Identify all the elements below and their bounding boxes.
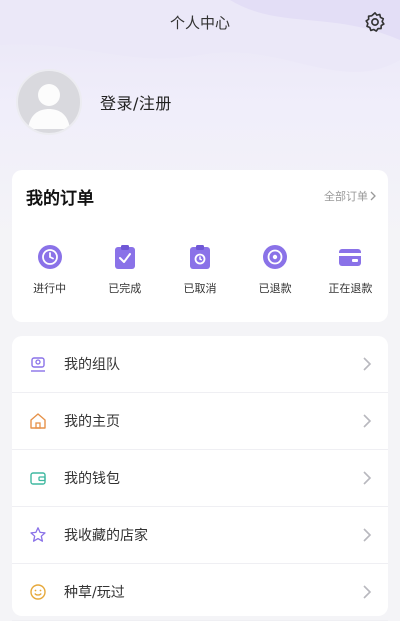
order-status-completed[interactable]: 已完成 xyxy=(90,242,160,302)
clipboard-check-icon xyxy=(110,242,140,272)
menu-item-my-homepage[interactable]: 我的主页 xyxy=(12,393,388,450)
login-register-link[interactable]: 登录/注册 xyxy=(100,90,172,114)
menu-item-label: 我的钱包 xyxy=(64,471,120,487)
menu-item-label: 我的组队 xyxy=(64,357,120,373)
order-status-refunded[interactable]: 已退款 xyxy=(240,242,310,302)
profile-section[interactable]: 登录/注册 xyxy=(16,69,386,135)
order-status-label: 进行中 xyxy=(33,282,67,295)
order-status-label: 已完成 xyxy=(108,282,142,295)
avatar[interactable] xyxy=(16,69,82,135)
chevron-right-icon xyxy=(363,357,372,371)
order-status-refunding[interactable]: 正在退款 xyxy=(315,242,385,302)
menu-item-favorite-stores[interactable]: 我收藏的店家 xyxy=(12,507,388,564)
menu-item-my-wallet[interactable]: 我的钱包 xyxy=(12,450,388,507)
order-status-label: 已退款 xyxy=(258,282,292,295)
home-icon xyxy=(28,411,48,431)
order-status-label: 已取消 xyxy=(183,282,217,295)
order-status-row: 进行中 已完成 已取消 已退款 正在退款 xyxy=(12,242,388,302)
orders-header: 我的订单 全部订单 xyxy=(12,170,388,220)
avatar-placeholder-icon xyxy=(28,84,70,129)
order-status-in-progress[interactable]: 进行中 xyxy=(15,242,85,302)
chevron-right-icon xyxy=(363,414,372,428)
menu-item-label: 种草/玩过 xyxy=(64,585,125,601)
team-icon xyxy=(28,354,48,374)
menu-item-my-team[interactable]: 我的组队 xyxy=(12,336,388,393)
gear-icon[interactable] xyxy=(362,9,388,35)
all-orders-label: 全部订单 xyxy=(324,190,368,203)
order-status-label: 正在退款 xyxy=(328,282,373,295)
chevron-right-icon xyxy=(363,585,372,599)
clipboard-cancel-icon xyxy=(185,242,215,272)
order-status-cancelled[interactable]: 已取消 xyxy=(165,242,235,302)
chevron-right-icon xyxy=(363,471,372,485)
menu-item-label: 我收藏的店家 xyxy=(64,528,148,544)
wallet-icon xyxy=(335,242,365,272)
smile-icon xyxy=(28,582,48,602)
star-icon xyxy=(28,525,48,545)
top-bar: 个人中心 xyxy=(0,0,400,44)
clock-icon xyxy=(35,242,65,272)
wallet-icon xyxy=(28,468,48,488)
chevron-right-icon xyxy=(370,191,376,201)
orders-card: 我的订单 全部订单 进行中 已完成 已取消 已退款 正在退款 xyxy=(12,170,388,322)
menu-item-label: 我的主页 xyxy=(64,414,120,430)
coin-icon xyxy=(260,242,290,272)
menu-card: 我的组队 我的主页 我的钱包 我收藏的店家 种草/玩过 xyxy=(12,336,388,621)
chevron-right-icon xyxy=(363,528,372,542)
page-title: 个人中心 xyxy=(169,14,230,32)
menu-item-planted-played[interactable]: 种草/玩过 xyxy=(12,564,388,621)
all-orders-link[interactable]: 全部订单 xyxy=(324,188,378,204)
orders-title: 我的订单 xyxy=(26,189,94,209)
